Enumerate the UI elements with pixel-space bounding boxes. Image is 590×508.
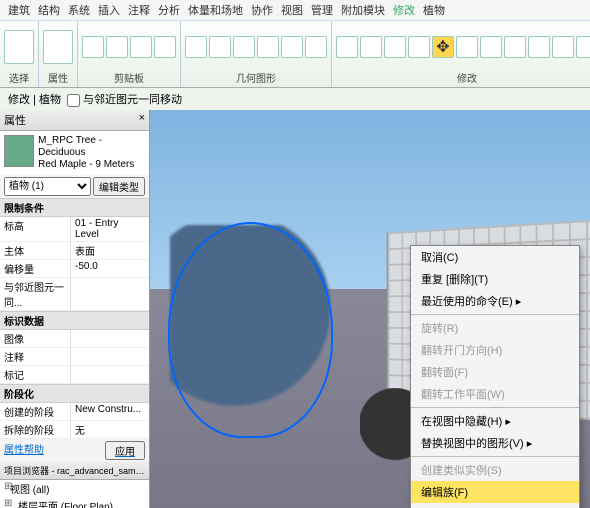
context-menu-item[interactable]: 上次选择(L) <box>411 503 579 508</box>
ribbon-button[interactable] <box>281 36 303 58</box>
menu-附加模块[interactable]: 附加模块 <box>341 2 385 18</box>
menu-植物[interactable]: 植物 <box>423 2 445 18</box>
ribbon-button[interactable] <box>336 36 358 58</box>
ribbon-button[interactable] <box>154 36 176 58</box>
options-context-label: 修改 | 植物 <box>8 91 61 107</box>
properties-help-link[interactable]: 属性帮助 <box>4 441 44 460</box>
property-row[interactable]: 创建的阶段New Constru... <box>0 403 149 421</box>
context-menu-item: 创建类似实例(S) <box>411 459 579 481</box>
project-browser[interactable]: 视图 (all)楼层平面 (Floor Plan)天花板平面 (Ceiling … <box>0 480 149 508</box>
menu-分析[interactable]: 分析 <box>158 2 180 18</box>
ribbon-button[interactable] <box>130 36 152 58</box>
context-menu-item: 翻转面(F) <box>411 361 579 383</box>
browser-panel-title: 项目浏览器 - rac_advanced_sample... <box>0 462 149 480</box>
ribbon-group-label: 修改 <box>457 70 477 85</box>
category-dropdown[interactable]: 植物 (1) <box>4 177 91 196</box>
ribbon-button[interactable] <box>480 36 502 58</box>
ribbon-group-label: 几何图形 <box>236 70 276 85</box>
property-category: 标识数据 <box>0 311 149 330</box>
checkbox-label: 与邻近图元一同移动 <box>83 94 182 106</box>
ribbon-group-label: 选择 <box>9 70 29 85</box>
ribbon-group-label: 属性 <box>48 70 68 85</box>
menu-建筑[interactable]: 建筑 <box>8 2 30 18</box>
property-row[interactable]: 与邻近图元一同... <box>0 278 149 311</box>
ribbon-button[interactable] <box>257 36 279 58</box>
ribbon-button[interactable] <box>552 36 574 58</box>
move-with-nearby-checkbox[interactable]: 与邻近图元一同移动 <box>67 91 182 107</box>
property-category: 阶段化 <box>0 384 149 403</box>
context-menu-item[interactable]: 重复 [删除](T) <box>411 268 579 290</box>
menu-协作[interactable]: 协作 <box>251 2 273 18</box>
ribbon: 选择属性剪贴板几何图形修改视图测量创建模式主体 <box>0 20 590 88</box>
tree-root[interactable]: 视图 (all) <box>0 480 149 497</box>
ribbon-button[interactable] <box>82 36 104 58</box>
ribbon-group-label: 剪贴板 <box>114 70 144 85</box>
menu-插入[interactable]: 插入 <box>98 2 120 18</box>
type-name: M_RPC Tree - Deciduous Red Maple - 9 Met… <box>38 135 145 171</box>
menu-体量和场地[interactable]: 体量和场地 <box>188 2 243 18</box>
context-menu-item[interactable]: 取消(C) <box>411 246 579 268</box>
ribbon-button[interactable] <box>209 36 231 58</box>
ribbon-button[interactable] <box>528 36 550 58</box>
ribbon-button[interactable] <box>456 36 478 58</box>
ribbon-button[interactable] <box>4 30 34 64</box>
menu-管理[interactable]: 管理 <box>311 2 333 18</box>
ribbon-group-几何图形: 几何图形 <box>181 21 332 87</box>
ribbon-group-选择: 选择 <box>0 21 39 87</box>
left-dock: 属性 × M_RPC Tree - Deciduous Red Maple - … <box>0 110 150 508</box>
property-row[interactable]: 标记 <box>0 366 149 384</box>
properties-panel-title: 属性 × <box>0 110 149 131</box>
menu-结构[interactable]: 结构 <box>38 2 60 18</box>
apply-button[interactable]: 应用 <box>105 441 145 460</box>
ribbon-button[interactable] <box>360 36 382 58</box>
context-menu-item[interactable]: 在视图中隐藏(H) ▸ <box>411 410 579 432</box>
context-menu-item[interactable]: 替换视图中的图形(V) ▸ <box>411 432 579 454</box>
property-row[interactable]: 注释 <box>0 348 149 366</box>
panel-title-text: 属性 <box>4 112 26 128</box>
property-row[interactable]: 标高01 - Entry Level <box>0 217 149 242</box>
ribbon-button[interactable] <box>432 36 454 58</box>
viewport-3d[interactable]: 取消(C)重复 [删除](T)最近使用的命令(E) ▸ 旋转(R)翻转开门方向(H… <box>150 110 590 508</box>
tree-item[interactable]: 楼层平面 (Floor Plan) <box>0 497 149 508</box>
ribbon-button[interactable] <box>576 36 590 58</box>
ribbon-button[interactable] <box>106 36 128 58</box>
type-selector[interactable]: M_RPC Tree - Deciduous Red Maple - 9 Met… <box>0 131 149 175</box>
context-menu: 取消(C)重复 [删除](T)最近使用的命令(E) ▸ 旋转(R)翻转开门方向(H… <box>410 245 580 508</box>
ribbon-button[interactable] <box>233 36 255 58</box>
context-menu-item: 旋转(R) <box>411 317 579 339</box>
menu-视图[interactable]: 视图 <box>281 2 303 18</box>
ribbon-group-剪贴板: 剪贴板 <box>78 21 181 87</box>
context-menu-item: 翻转开门方向(H) <box>411 339 579 361</box>
ribbon-button[interactable] <box>43 30 73 64</box>
property-row[interactable]: 主体表面 <box>0 242 149 260</box>
property-row[interactable]: 拆除的阶段无 <box>0 421 149 439</box>
ribbon-button[interactable] <box>504 36 526 58</box>
ribbon-group-属性: 属性 <box>39 21 78 87</box>
property-category: 限制条件 <box>0 198 149 217</box>
properties-table: 限制条件标高01 - Entry Level主体表面偏移量-50.0与邻近图元一… <box>0 198 149 439</box>
checkbox[interactable] <box>67 94 80 107</box>
selection-outline <box>168 222 333 438</box>
property-row[interactable]: 图像 <box>0 330 149 348</box>
menu-注释[interactable]: 注释 <box>128 2 150 18</box>
close-icon[interactable]: × <box>139 112 145 128</box>
context-menu-item: 翻转工作平面(W) <box>411 383 579 405</box>
options-bar: 修改 | 植物 与邻近图元一同移动 <box>0 88 590 110</box>
menu-系统[interactable]: 系统 <box>68 2 90 18</box>
ribbon-button[interactable] <box>185 36 207 58</box>
menu-修改[interactable]: 修改 <box>393 2 415 18</box>
property-row[interactable]: 偏移量-50.0 <box>0 260 149 278</box>
ribbon-button[interactable] <box>305 36 327 58</box>
menu-bar: 建筑结构系统插入注释分析体量和场地协作视图管理附加模块修改植物 <box>0 0 590 20</box>
edit-type-button[interactable]: 编辑类型 <box>93 177 145 196</box>
context-menu-item[interactable]: 最近使用的命令(E) ▸ <box>411 290 579 312</box>
ribbon-group-修改: 修改 <box>332 21 590 87</box>
type-thumbnail <box>4 135 34 167</box>
ribbon-button[interactable] <box>408 36 430 58</box>
ribbon-button[interactable] <box>384 36 406 58</box>
browser-title-text: 项目浏览器 - rac_advanced_sample... <box>4 464 145 477</box>
